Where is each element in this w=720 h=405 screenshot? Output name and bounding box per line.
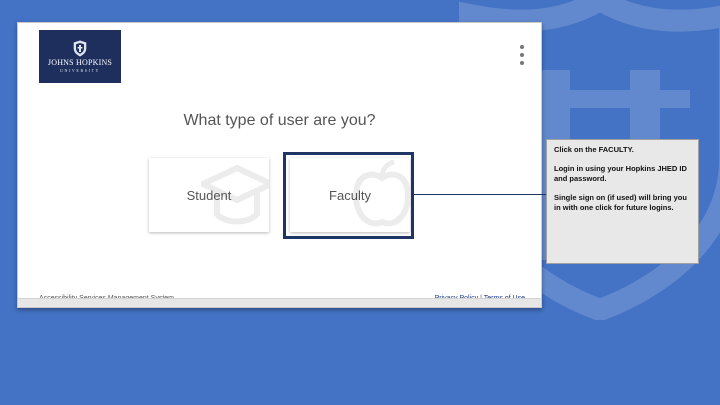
logo-name: JOHNS HOPKINS	[47, 58, 113, 67]
menu-dot	[520, 61, 524, 65]
logo-subtitle: UNIVERSITY	[60, 68, 100, 73]
callout-connector	[414, 194, 540, 195]
student-option-label: Student	[186, 187, 232, 203]
kebab-menu-icon[interactable]	[517, 45, 527, 65]
page-title: What type of user are you?	[183, 112, 376, 129]
callout-line: Click on the FACULTY.	[554, 145, 634, 154]
menu-dot	[520, 45, 524, 49]
university-logo: JOHNS HOPKINS UNIVERSITY	[39, 30, 121, 83]
callout-line: Single sign on (if used) will bring you …	[554, 192, 687, 213]
callout-line: Login in using your Hopkins JHED ID and …	[554, 163, 687, 184]
faculty-highlight-box	[283, 152, 414, 239]
window-bottom-bar	[18, 298, 541, 307]
shield-icon	[73, 40, 87, 57]
menu-dot	[520, 53, 524, 57]
student-option-card[interactable]: Student	[149, 158, 269, 232]
instruction-callout: Click on the FACULTY. Login in using you…	[546, 139, 699, 264]
browser-window: JOHNS HOPKINS UNIVERSITY What type of us…	[17, 22, 542, 308]
